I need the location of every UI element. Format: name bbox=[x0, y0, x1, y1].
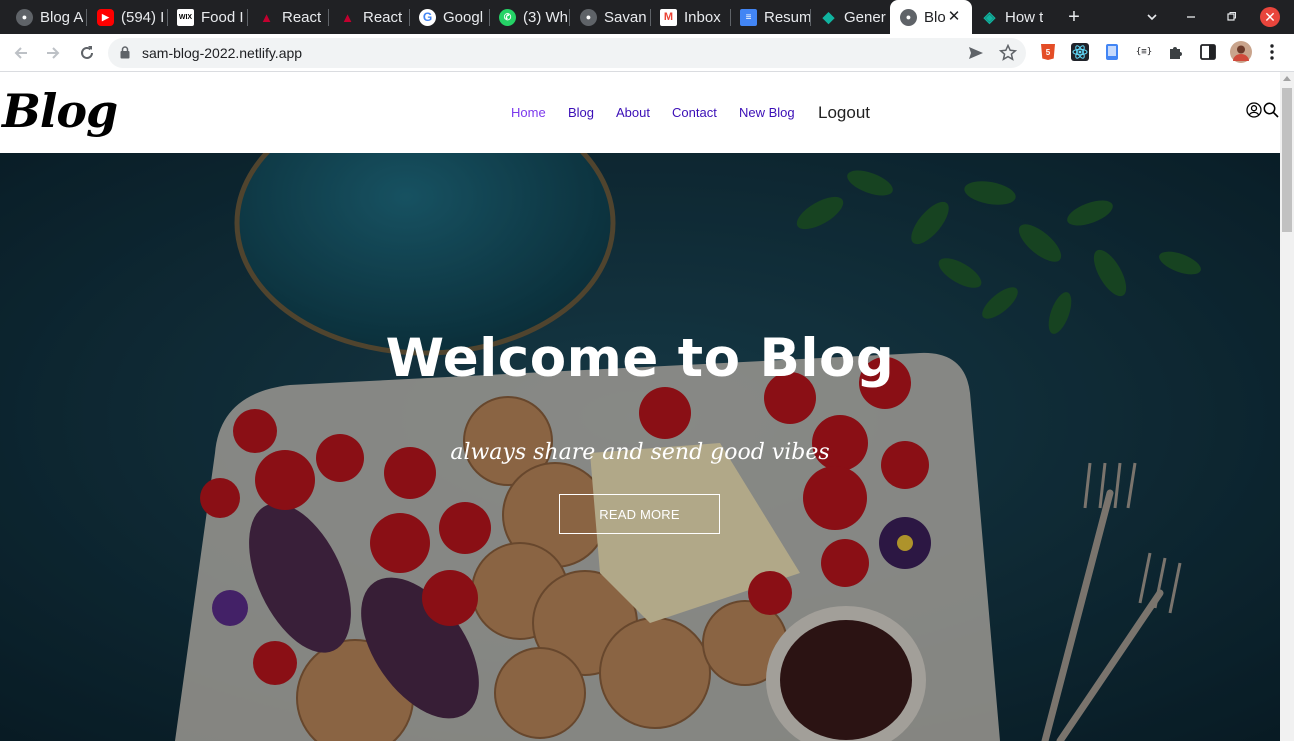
tab-title: (594) I bbox=[121, 8, 165, 26]
window-close-icon[interactable]: ✕ bbox=[1260, 7, 1280, 27]
browser-tab[interactable]: ▶ (594) I bbox=[81, 0, 168, 34]
wix-icon: WIX bbox=[177, 8, 194, 26]
diamond-icon: ◆ bbox=[822, 9, 835, 26]
nav-contact-link[interactable]: Contact bbox=[672, 105, 717, 120]
send-tab-icon[interactable] bbox=[967, 44, 985, 62]
tab-title: How t bbox=[1005, 8, 1044, 26]
browser-tab[interactable]: ▲ React bbox=[323, 0, 410, 34]
react-devtools-icon[interactable] bbox=[1071, 43, 1089, 61]
browser-tab-strip: ● Blog A ▶ (594) I WIX Food I ▲ React ▲ … bbox=[0, 0, 1294, 34]
browser-tab[interactable]: ● Blog A bbox=[0, 0, 87, 34]
nav-blog-link[interactable]: Blog bbox=[568, 105, 594, 120]
browser-tab[interactable]: ◆ Gener bbox=[804, 0, 891, 34]
diamond-icon: ◈ bbox=[983, 9, 996, 26]
url-text[interactable]: sam-blog-2022.netlify.app bbox=[142, 45, 302, 61]
globe-icon: ● bbox=[16, 8, 33, 26]
browser-tab[interactable]: ✆ (3) Wh bbox=[483, 0, 570, 34]
youtube-icon: ▶ bbox=[97, 8, 114, 26]
browser-tab[interactable]: G Googl bbox=[403, 0, 490, 34]
nav-about-link[interactable]: About bbox=[616, 105, 650, 120]
tab-title: Blo bbox=[924, 8, 946, 26]
side-panel-icon[interactable] bbox=[1199, 43, 1217, 61]
header-icon-group bbox=[1246, 102, 1280, 123]
back-arrow-icon[interactable] bbox=[9, 41, 33, 65]
scroll-up-arrow-icon[interactable] bbox=[1283, 76, 1291, 81]
globe-icon: ● bbox=[900, 8, 917, 26]
tab-title: Food I bbox=[201, 8, 244, 26]
react-site-icon: ▲ bbox=[341, 9, 354, 25]
tab-title: Inbox bbox=[684, 8, 721, 26]
kebab-menu-icon[interactable] bbox=[1263, 43, 1281, 61]
page-scrollbar[interactable] bbox=[1280, 72, 1294, 741]
browser-tab[interactable]: ≡ Resum bbox=[724, 0, 811, 34]
tab-title: React bbox=[282, 8, 322, 26]
browser-tab-active[interactable]: ● Blo ✕ bbox=[890, 0, 972, 34]
reload-icon[interactable] bbox=[75, 41, 99, 65]
site-header: Blog Home Blog About Contact New Blog Lo… bbox=[0, 72, 1280, 153]
tab-title: (3) Wh bbox=[523, 8, 568, 26]
globe-icon: ● bbox=[580, 8, 597, 26]
minimize-icon[interactable] bbox=[1178, 4, 1204, 30]
user-icon[interactable] bbox=[1246, 102, 1262, 123]
site-logo[interactable]: Blog bbox=[2, 84, 118, 138]
tab-title: Gener bbox=[844, 8, 886, 26]
bookmark-star-icon[interactable] bbox=[998, 43, 1018, 62]
tab-title: React bbox=[363, 8, 403, 26]
tab-title: Savan bbox=[604, 8, 647, 26]
browser-tab[interactable]: WIX Food I bbox=[161, 0, 248, 34]
forward-arrow-icon[interactable] bbox=[41, 41, 65, 65]
browser-tab[interactable]: ▲ React bbox=[242, 0, 329, 34]
nav-new-blog-link[interactable]: New Blog bbox=[739, 105, 795, 120]
address-bar[interactable]: sam-blog-2022.netlify.app bbox=[108, 38, 1026, 68]
json-viewer-icon[interactable]: {≡} bbox=[1135, 43, 1153, 61]
phone-extension-icon[interactable] bbox=[1103, 43, 1121, 61]
search-icon[interactable] bbox=[1263, 102, 1280, 123]
browser-tab[interactable]: ● Savan bbox=[564, 0, 651, 34]
nav-home-link[interactable]: Home bbox=[511, 105, 546, 120]
restore-icon[interactable] bbox=[1218, 4, 1244, 30]
browser-tab[interactable]: M Inbox bbox=[644, 0, 731, 34]
new-tab-button[interactable]: + bbox=[1061, 4, 1087, 30]
profile-avatar[interactable] bbox=[1230, 41, 1252, 63]
whatsapp-icon: ✆ bbox=[499, 8, 516, 26]
hero-section: Welcome to Blog always share and send go… bbox=[0, 153, 1280, 741]
react-site-icon: ▲ bbox=[260, 9, 273, 25]
docs-icon: ≡ bbox=[740, 8, 757, 26]
scrollbar-thumb[interactable] bbox=[1282, 88, 1292, 232]
tab-title: Blog A bbox=[40, 8, 84, 26]
lock-icon bbox=[120, 46, 130, 64]
browser-tab[interactable]: ◈ How t bbox=[971, 0, 1056, 34]
google-icon: G bbox=[419, 8, 436, 26]
gmail-icon: M bbox=[660, 8, 677, 26]
svg-text:5: 5 bbox=[1046, 48, 1051, 57]
hero-title: Welcome to Blog bbox=[385, 328, 895, 389]
nav-logout-link[interactable]: Logout bbox=[818, 103, 870, 123]
tab-title: Googl bbox=[443, 8, 484, 26]
puzzle-extensions-icon[interactable] bbox=[1167, 43, 1185, 61]
read-more-button[interactable]: READ MORE bbox=[559, 494, 720, 534]
html5-extension-icon[interactable]: 5 bbox=[1039, 43, 1057, 61]
tab-search-chevron-icon[interactable] bbox=[1139, 4, 1165, 30]
close-tab-icon[interactable]: ✕ bbox=[945, 8, 963, 26]
browser-toolbar: sam-blog-2022.netlify.app 5 {≡} bbox=[0, 34, 1294, 72]
hero-subtitle: always share and send good vibes bbox=[450, 440, 830, 465]
